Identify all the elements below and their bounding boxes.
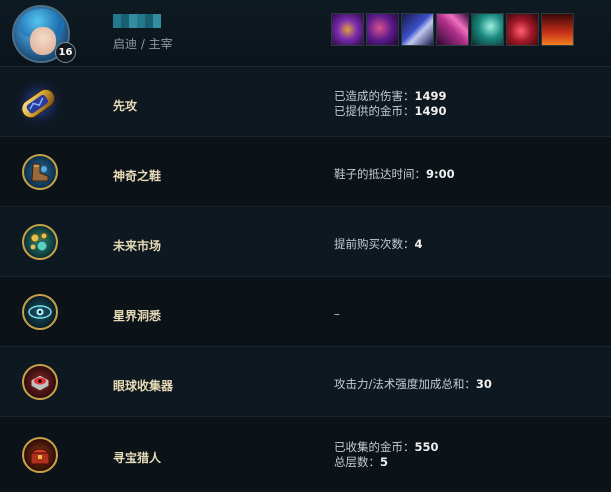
stat-label: 总层数： — [334, 455, 380, 469]
rune-row: 先攻 已造成的伤害：1499 已提供的金币：1490 — [0, 67, 611, 137]
futures-market-icon — [22, 224, 58, 260]
rune-row: 眼球收集器 攻击力/法术强度加成总和：30 — [0, 347, 611, 417]
rune-name: 星界洞悉 — [113, 309, 162, 323]
rune-stat-line: 已造成的伤害：1499 — [334, 89, 447, 104]
stat-value: 550 — [414, 440, 439, 454]
rune-name: 先攻 — [113, 99, 138, 113]
stat-label: 已收集的金币： — [334, 440, 415, 454]
item-7-icon[interactable] — [541, 13, 574, 46]
rune-row: 未来市场 提前购买次数：4 — [0, 207, 611, 277]
item-4-icon[interactable] — [436, 13, 469, 46]
stat-label: 已提供的金币： — [334, 104, 415, 118]
stat-value: 4 — [414, 237, 423, 251]
level-badge: 16 — [55, 42, 76, 63]
stat-label: 攻击力/法术强度加成总和： — [334, 377, 476, 391]
rune-name: 寻宝猎人 — [113, 451, 162, 465]
stat-label: 提前购买次数： — [334, 237, 415, 251]
item-6-icon[interactable] — [506, 13, 539, 46]
first-strike-icon — [12, 76, 66, 130]
stat-label: – — [334, 307, 340, 321]
rune-stat-line: 已提供的金币：1490 — [334, 104, 447, 119]
rune-stat-line: 提前购买次数：4 — [334, 237, 423, 252]
stat-value: 5 — [380, 455, 389, 469]
stat-value: 30 — [475, 377, 492, 391]
stat-label: 鞋子的抵达时间： — [334, 167, 426, 181]
item-5-icon[interactable] — [471, 13, 504, 46]
rune-stats-panel: 16 启迪 / 主宰 先攻 已造成的伤害：1499 已提供的金币：1490 神奇… — [0, 0, 611, 492]
rune-name: 未来市场 — [113, 239, 162, 253]
rune-name: 神奇之鞋 — [113, 169, 162, 183]
rune-row: 寻宝猎人 已收集的金币：550 总层数：5 — [0, 417, 611, 492]
item-3-icon[interactable] — [401, 13, 434, 46]
item-2-icon[interactable] — [366, 13, 399, 46]
treasure-hunter-icon — [22, 437, 58, 473]
rune-name: 眼球收集器 — [113, 379, 174, 393]
rune-paths-label: 启迪 / 主宰 — [113, 37, 173, 51]
stat-value: 9:00 — [426, 167, 455, 181]
item-1-icon[interactable] — [331, 13, 364, 46]
magical-footwear-icon — [22, 154, 58, 190]
rune-row: 神奇之鞋 鞋子的抵达时间：9:00 — [0, 137, 611, 207]
portrait-face — [30, 27, 56, 55]
eyeball-collection-icon — [22, 364, 58, 400]
stat-label: 已造成的伤害： — [334, 89, 415, 103]
rune-stat-line: 攻击力/法术强度加成总和：30 — [334, 377, 492, 392]
player-header: 16 启迪 / 主宰 — [0, 0, 611, 67]
rune-stat-line: – — [334, 307, 340, 322]
stat-value: 1490 — [414, 104, 447, 118]
rune-stat-line: 鞋子的抵达时间：9:00 — [334, 167, 455, 182]
cosmic-insight-icon — [22, 294, 58, 330]
stat-value: 1499 — [414, 89, 447, 103]
rune-row: 星界洞悉 – — [0, 277, 611, 347]
rune-stat-line: 已收集的金币：550 — [334, 440, 439, 455]
item-bar — [331, 13, 574, 46]
rune-stat-line: 总层数：5 — [334, 455, 388, 470]
player-name-redacted — [113, 14, 161, 28]
